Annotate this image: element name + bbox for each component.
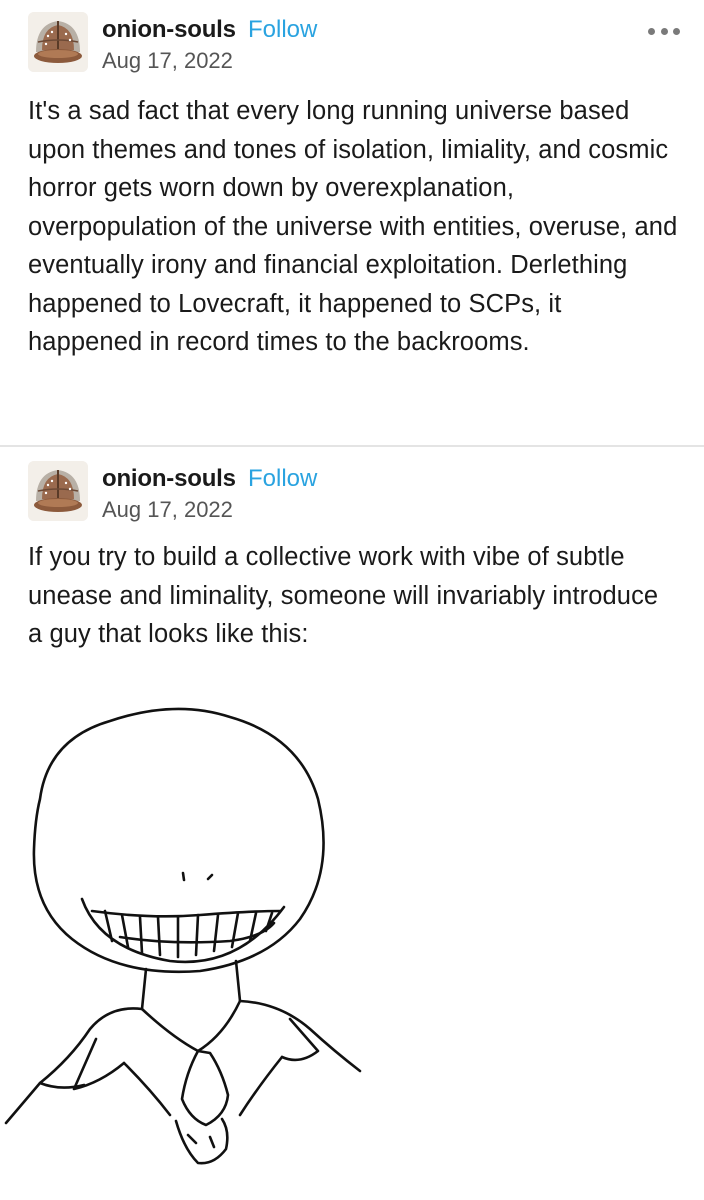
ellipsis-icon (648, 27, 655, 35)
helmet-avatar-icon (28, 12, 88, 72)
avatar[interactable] (28, 461, 88, 521)
more-options-button[interactable] (648, 24, 680, 38)
ellipsis-icon (660, 27, 668, 35)
avatar[interactable] (28, 12, 88, 72)
post-text: If you try to build a collective work wi… (28, 543, 659, 648)
ellipsis-icon (673, 27, 680, 35)
follow-button[interactable]: Follow (248, 16, 317, 44)
post-1: onion-souls Follow Aug 17, 2022 It's a s… (0, 0, 704, 446)
post-2: onion-souls Follow Aug 17, 2022 If you t… (0, 447, 704, 1200)
username[interactable]: onion-souls (102, 465, 236, 493)
post-date[interactable]: Aug 17, 2022 (102, 497, 233, 523)
grinning-figure-drawing (4, 707, 362, 1165)
follow-button[interactable]: Follow (248, 465, 317, 493)
post-text: It's a sad fact that every long running … (28, 97, 678, 356)
helmet-avatar-icon (28, 461, 88, 521)
post-date[interactable]: Aug 17, 2022 (102, 48, 233, 74)
username[interactable]: onion-souls (102, 16, 236, 44)
